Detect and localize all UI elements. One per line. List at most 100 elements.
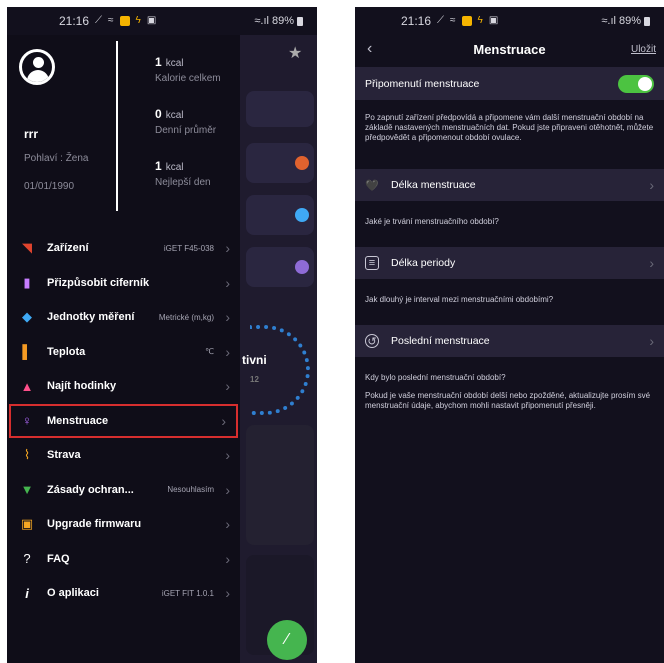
reminder-description: Po zapnutí zařízení předpovídá a připome… bbox=[365, 113, 654, 142]
chevron-right-icon: › bbox=[225, 240, 230, 257]
username: rrr bbox=[24, 127, 39, 141]
menu-item-firmware[interactable]: ▣ Upgrade firmwaru › bbox=[7, 507, 240, 542]
female-icon: ♀ bbox=[22, 413, 32, 429]
calendar-icon: ≡ bbox=[365, 256, 379, 270]
menu-item-find-watch[interactable]: ▲ Najít hodinky › bbox=[7, 369, 240, 404]
chevron-right-icon: › bbox=[225, 550, 230, 567]
birthdate: 01/01/1990 bbox=[24, 181, 75, 192]
chevron-right-icon: › bbox=[225, 274, 230, 291]
background-card bbox=[246, 143, 314, 183]
battery-icon bbox=[644, 16, 650, 26]
body-icon: 🖤 bbox=[365, 179, 379, 192]
chevron-right-icon: › bbox=[225, 516, 230, 533]
history-icon: ↺ bbox=[365, 334, 379, 348]
stat-total-calories: 1 kcal Kalorie celkem bbox=[155, 55, 221, 84]
period-length-row[interactable]: ≡ Délka periody › bbox=[355, 247, 664, 279]
menu-item-watch-face[interactable]: ▮ Přizpůsobit ciferník › bbox=[7, 266, 240, 301]
right-screen: 21:16 ⟋ ≈ ϟ ▣ ≈.ıl 89% ‹ Menstruace Ulož… bbox=[355, 7, 664, 663]
menu-item-faq[interactable]: ? FAQ › bbox=[7, 542, 240, 577]
signal-icon: ≈.ıl bbox=[254, 15, 269, 27]
divider bbox=[116, 41, 118, 211]
menu-item-about[interactable]: i O aplikaci iGET FIT 1.0.1 › bbox=[7, 576, 240, 611]
signal-icon: ◥ bbox=[22, 240, 32, 256]
thermometer-icon: ▌ bbox=[22, 344, 32, 360]
chevron-right-icon: › bbox=[225, 343, 230, 360]
activity-icon: ⌇ bbox=[23, 447, 31, 463]
cast-icon: ≈ bbox=[450, 15, 456, 26]
background-card bbox=[246, 195, 314, 235]
question-icon: ? bbox=[23, 551, 31, 567]
image-icon: ▣ bbox=[488, 15, 499, 26]
menu-item-diet[interactable]: ⌇ Strava › bbox=[7, 438, 240, 473]
edit-fab-button[interactable]: ∕ bbox=[267, 620, 307, 660]
footer-note: Pokud je vaše menstruační období delší n… bbox=[365, 391, 651, 410]
image-icon: ▣ bbox=[146, 15, 157, 26]
profile-header: rrr Pohlaví : Žena 01/01/1990 1 kcal Kalo… bbox=[7, 35, 240, 215]
background-label: tivni bbox=[242, 353, 267, 367]
status-time: 21:16 bbox=[401, 14, 432, 28]
app-logo-icon: ★ bbox=[288, 45, 303, 62]
reminder-label: Připomenutí menstruace bbox=[365, 77, 480, 90]
app-notification-icon bbox=[461, 16, 472, 26]
app-notification-icon bbox=[119, 16, 130, 26]
notification-icon: ⟋ bbox=[437, 15, 445, 26]
menstruation-length-row[interactable]: 🖤 Délka menstruace › bbox=[355, 169, 664, 201]
page-title: Menstruace bbox=[473, 41, 546, 57]
chevron-right-icon: › bbox=[221, 412, 226, 429]
navigation-drawer: rrr Pohlaví : Žena 01/01/1990 1 kcal Kalo… bbox=[7, 35, 240, 663]
battery-level: 89% bbox=[271, 15, 294, 27]
last-menstruation-question: Kdy bylo poslední menstruační období? bbox=[365, 373, 506, 382]
stat-best-day: 1 kcal Nejlepší den bbox=[155, 159, 211, 188]
menu-item-menstruation[interactable]: ♀ Menstruace › bbox=[9, 403, 238, 438]
chevron-right-icon: › bbox=[225, 378, 230, 395]
fire-icon bbox=[295, 156, 309, 170]
background-card bbox=[246, 91, 314, 127]
chevron-right-icon: › bbox=[225, 481, 230, 498]
menstruation-length-question: Jaké je trvání menstruačního období? bbox=[365, 217, 499, 226]
top-navbar: ‹ Menstruace Uložit bbox=[355, 35, 664, 63]
battery-level: 89% bbox=[618, 15, 641, 27]
firmware-icon: ▣ bbox=[20, 516, 34, 532]
signal-icon: ≈.ıl bbox=[601, 15, 616, 27]
menu-item-temperature[interactable]: ▌ Teplota ℃ › bbox=[7, 335, 240, 370]
chevron-right-icon: › bbox=[225, 309, 230, 326]
status-bar: 21:16 ⟋ ≈ ϟ ▣ ≈.ıl 89% bbox=[355, 7, 664, 35]
battery-icon bbox=[297, 16, 303, 26]
cast-icon: ≈ bbox=[108, 15, 114, 26]
back-arrow-icon[interactable]: ‹ bbox=[367, 40, 372, 58]
chevron-right-icon: › bbox=[649, 333, 654, 349]
info-icon: i bbox=[25, 585, 29, 601]
shield-icon: ▼ bbox=[20, 482, 34, 498]
watch-face-icon: ▮ bbox=[23, 274, 31, 290]
drawer-menu: ◥ Zařízení iGET F45-038 › ▮ Přizpůsobit … bbox=[7, 231, 240, 611]
chevron-right-icon: › bbox=[225, 447, 230, 464]
bell-icon: ▲ bbox=[20, 378, 34, 394]
save-button[interactable]: Uložit bbox=[631, 44, 656, 55]
left-screen: 21:16 ⟋ ≈ ϟ ▣ ≈.ıl 89% ★ tivni 12 ∕ rrr … bbox=[7, 7, 317, 663]
period-length-question: Jak dlouhý je interval mezi menstruačním… bbox=[365, 295, 554, 304]
ruler-icon: ◆ bbox=[22, 309, 32, 325]
status-time: 21:16 bbox=[59, 14, 90, 28]
chevron-right-icon: › bbox=[649, 255, 654, 271]
notification-icon: ⟋ bbox=[95, 15, 103, 26]
status-bar: 21:16 ⟋ ≈ ϟ ▣ ≈.ıl 89% bbox=[7, 7, 317, 35]
background-app: ★ tivni 12 ∕ bbox=[240, 35, 317, 663]
flash-icon: ϟ bbox=[477, 15, 483, 26]
clock-icon bbox=[295, 260, 309, 274]
menu-item-device[interactable]: ◥ Zařízení iGET F45-038 › bbox=[7, 231, 240, 266]
menu-item-privacy[interactable]: ▼ Zásady ochran... Nesouhlasím › bbox=[7, 473, 240, 508]
background-card bbox=[246, 425, 314, 545]
stat-daily-average: 0 kcal Denní průměr bbox=[155, 107, 217, 136]
progress-ring bbox=[250, 325, 310, 415]
flash-icon: ϟ bbox=[135, 15, 141, 26]
background-number: 12 bbox=[250, 375, 259, 384]
gender: Pohlaví : Žena bbox=[24, 153, 89, 164]
location-icon bbox=[295, 208, 309, 222]
reminder-toggle[interactable] bbox=[618, 74, 654, 93]
last-menstruation-row[interactable]: ↺ Poslední menstruace › bbox=[355, 325, 664, 357]
chevron-right-icon: › bbox=[225, 585, 230, 602]
reminder-row: Připomenutí menstruace bbox=[355, 67, 664, 100]
background-card bbox=[246, 247, 314, 287]
avatar[interactable] bbox=[19, 49, 55, 85]
menu-item-units[interactable]: ◆ Jednotky měření Metrické (m,kg) › bbox=[7, 300, 240, 335]
